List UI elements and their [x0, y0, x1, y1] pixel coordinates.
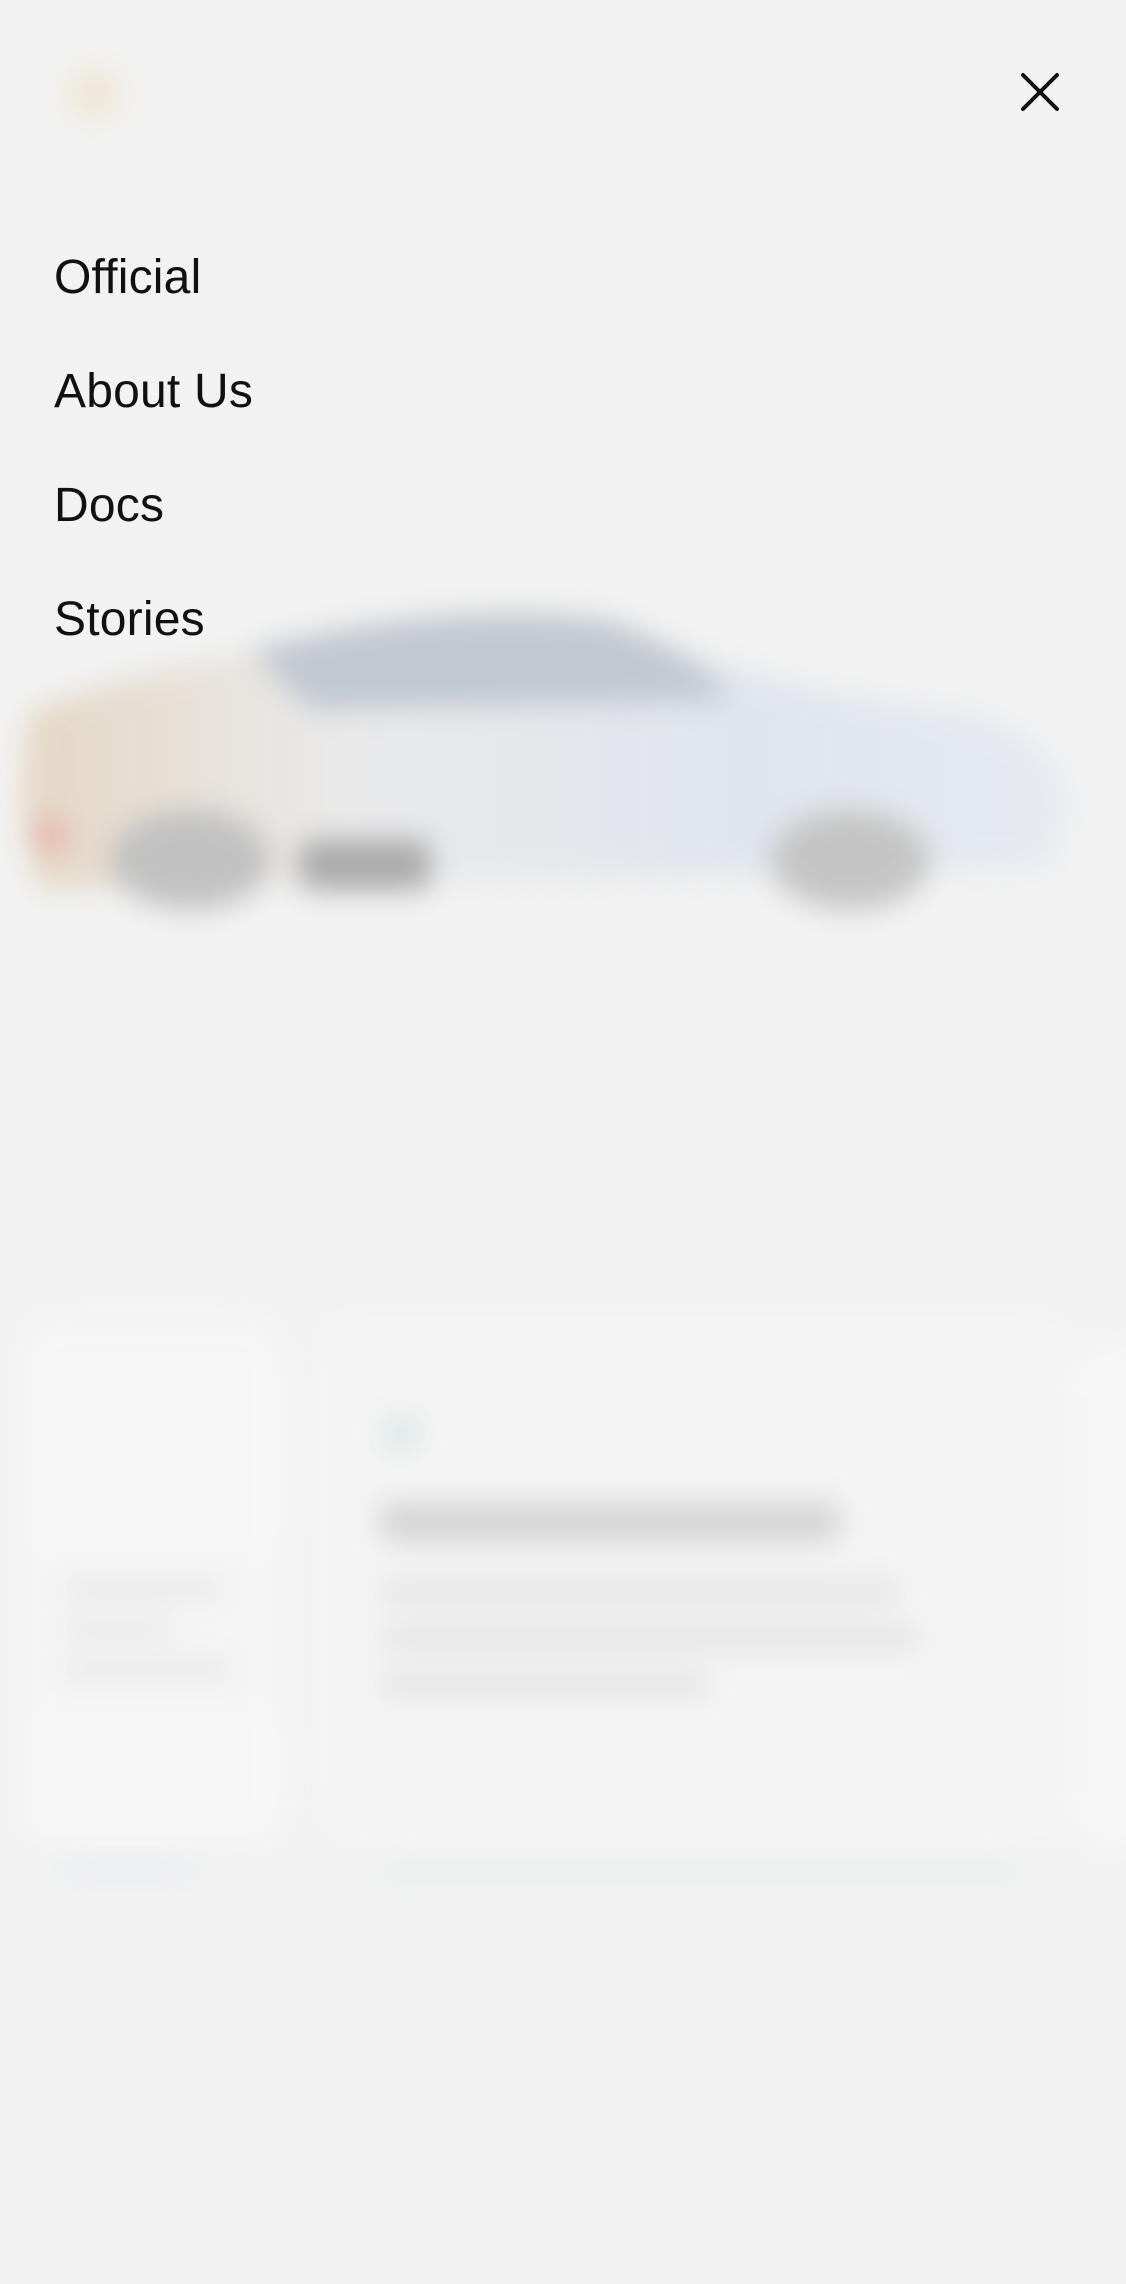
background-card-left [22, 1312, 284, 1842]
close-icon [1021, 73, 1059, 111]
logo-icon [62, 62, 126, 126]
background-progress-bar [380, 1862, 1020, 1884]
menu-screen: Official About Us Docs Stories [0, 0, 1126, 2284]
nav-menu: Official About Us Docs Stories [54, 220, 253, 676]
menu-item-docs[interactable]: Docs [54, 448, 253, 562]
background-card-right [1073, 1340, 1126, 1852]
background-card-main [318, 1312, 1073, 1842]
close-button[interactable] [1010, 62, 1070, 122]
menu-item-about-us[interactable]: About Us [54, 334, 253, 448]
background-link-bar [60, 1862, 200, 1876]
menu-item-official[interactable]: Official [54, 220, 253, 334]
menu-item-stories[interactable]: Stories [54, 562, 253, 676]
